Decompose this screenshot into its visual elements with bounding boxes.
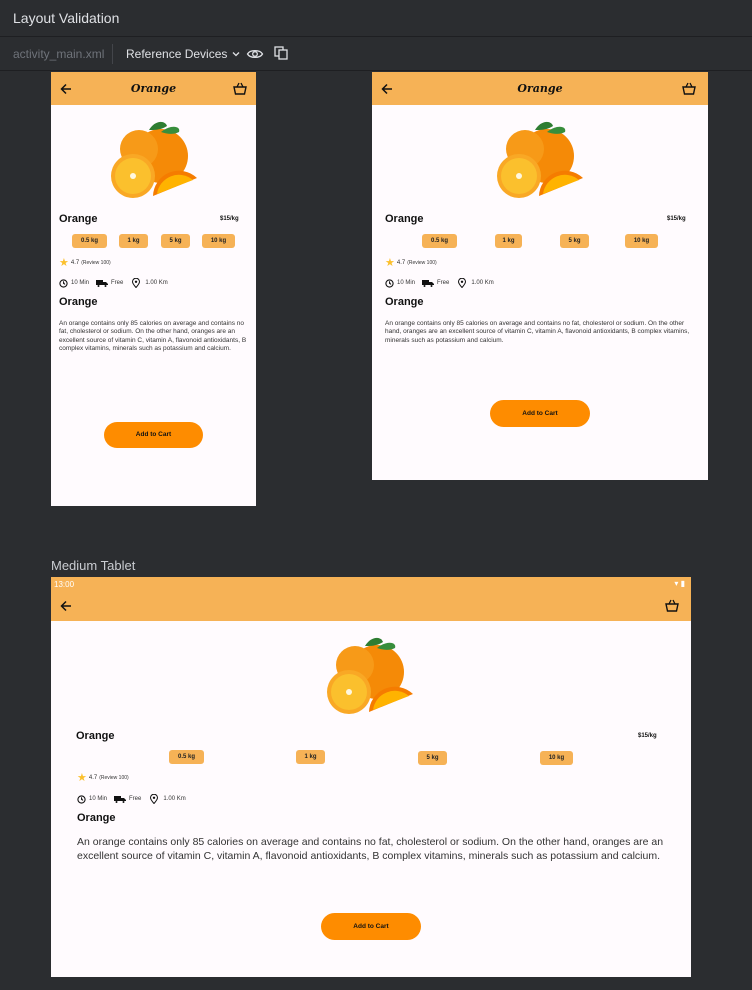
rating-value: 4.7	[396, 259, 406, 266]
clock-icon	[385, 278, 394, 288]
product-price: $15/kg	[638, 733, 657, 739]
delivery-fee: Free	[129, 796, 142, 802]
status-bar: 13:00 ▾ ▮	[51, 577, 691, 591]
description-title: Orange	[59, 296, 98, 308]
star-icon: ★	[77, 772, 87, 784]
weight-chip[interactable]: 5 kg	[418, 751, 447, 765]
clock-icon	[59, 278, 68, 288]
basket-icon[interactable]	[682, 82, 696, 95]
description-title: Orange	[385, 296, 424, 308]
orange-image	[111, 121, 197, 198]
app-title: Orange	[517, 82, 563, 95]
review-count: (Review 100)	[99, 774, 129, 781]
product-price: $15/kg	[220, 216, 239, 222]
description-title: Orange	[77, 812, 116, 824]
star-icon: ★	[385, 257, 395, 269]
delivery-fee: Free	[111, 280, 124, 286]
review-count: (Review 100)	[407, 259, 437, 266]
app-title: Orange	[130, 82, 177, 95]
phone-preview: Orange Orange $15/kg 0.5 kg 1 kg 5 kg 10…	[51, 72, 256, 506]
delivery-time: 10 Min	[397, 280, 416, 286]
status-icons: ▾ ▮	[674, 579, 685, 588]
product-price: $15/kg	[667, 216, 686, 222]
weight-chip[interactable]: 10 kg	[540, 751, 573, 765]
orange-image	[327, 637, 413, 714]
rating-row: ★ 4.7 (Review 100)	[77, 771, 129, 784]
product-name: Orange	[76, 730, 115, 742]
eye-icon[interactable]	[246, 45, 264, 63]
distance: 1.00 Km	[163, 796, 186, 802]
app-bar	[51, 591, 691, 621]
reference-devices-label: Reference Devices	[126, 47, 228, 61]
rating-row: ★ 4.7 (Review 100)	[59, 256, 111, 269]
weight-chip[interactable]: 0.5 kg	[72, 234, 107, 248]
location-pin-icon	[150, 794, 159, 804]
rating-row: ★ 4.7 (Review 100)	[385, 256, 437, 269]
reference-devices-dropdown[interactable]: Reference Devices	[126, 44, 241, 64]
product-name: Orange	[59, 213, 98, 225]
location-pin-icon	[458, 278, 467, 288]
info-row: 10 Min Free 1.00 Km	[59, 278, 168, 288]
review-count: (Review 100)	[81, 259, 111, 266]
status-time: 13:00	[54, 580, 75, 589]
weight-chip[interactable]: 1 kg	[119, 234, 148, 248]
chevron-down-icon	[232, 52, 240, 57]
delivery-fee: Free	[437, 280, 450, 286]
add-to-cart-button[interactable]: Add to Cart	[321, 913, 421, 940]
truck-icon	[96, 280, 109, 287]
copy-icon[interactable]	[272, 44, 290, 62]
add-to-cart-button[interactable]: Add to Cart	[490, 400, 590, 427]
distance: 1.00 Km	[471, 280, 494, 286]
weight-chip[interactable]: 10 kg	[202, 234, 235, 248]
weight-chip[interactable]: 5 kg	[560, 234, 589, 248]
truck-icon	[114, 796, 127, 803]
distance: 1.00 Km	[145, 280, 168, 286]
toolbar-divider	[112, 44, 113, 64]
weight-chip[interactable]: 0.5 kg	[422, 234, 457, 248]
rating-value: 4.7	[88, 774, 98, 781]
info-row: 10 Min Free 1.00 Km	[385, 278, 494, 288]
location-pin-icon	[132, 278, 141, 288]
basket-icon[interactable]	[665, 599, 679, 612]
weight-chip[interactable]: 1 kg	[495, 234, 522, 248]
basket-icon[interactable]	[233, 82, 247, 95]
add-to-cart-button[interactable]: Add to Cart	[104, 422, 203, 448]
info-row: 10 Min Free 1.00 Km	[77, 794, 186, 804]
orange-image	[497, 121, 583, 198]
foldable-preview: Orange Orange $15/kg 0.5 kg 1 kg 5 kg 10…	[372, 72, 708, 480]
validation-toolbar: activity_main.xml Reference Devices	[0, 38, 752, 71]
rating-value: 4.7	[70, 259, 80, 266]
description-text: An orange contains only 85 calories on a…	[77, 836, 664, 862]
app-bar: Orange	[51, 72, 256, 105]
delivery-time: 10 Min	[71, 280, 90, 286]
window-titlebar: Layout Validation	[0, 0, 752, 37]
delivery-time: 10 Min	[89, 796, 108, 802]
device-label: Medium Tablet	[51, 558, 136, 573]
medium-tablet-preview: 13:00 ▾ ▮ Orange $15/kg 0.5 kg 1 kg 5 kg…	[51, 577, 691, 977]
window-title: Layout Validation	[13, 10, 120, 26]
weight-chip[interactable]: 1 kg	[296, 750, 325, 764]
truck-icon	[422, 280, 435, 287]
description-text: An orange contains only 85 calories on a…	[59, 320, 247, 353]
file-name[interactable]: activity_main.xml	[13, 47, 104, 61]
description-text: An orange contains only 85 calories on a…	[385, 320, 690, 344]
app-bar: Orange	[372, 72, 708, 105]
weight-chip[interactable]: 0.5 kg	[169, 750, 204, 764]
star-icon: ★	[59, 257, 69, 269]
weight-chip[interactable]: 10 kg	[625, 234, 658, 248]
arrow-back-icon[interactable]	[60, 600, 72, 612]
clock-icon	[77, 794, 86, 804]
weight-chip[interactable]: 5 kg	[161, 234, 190, 248]
product-name: Orange	[385, 213, 424, 225]
